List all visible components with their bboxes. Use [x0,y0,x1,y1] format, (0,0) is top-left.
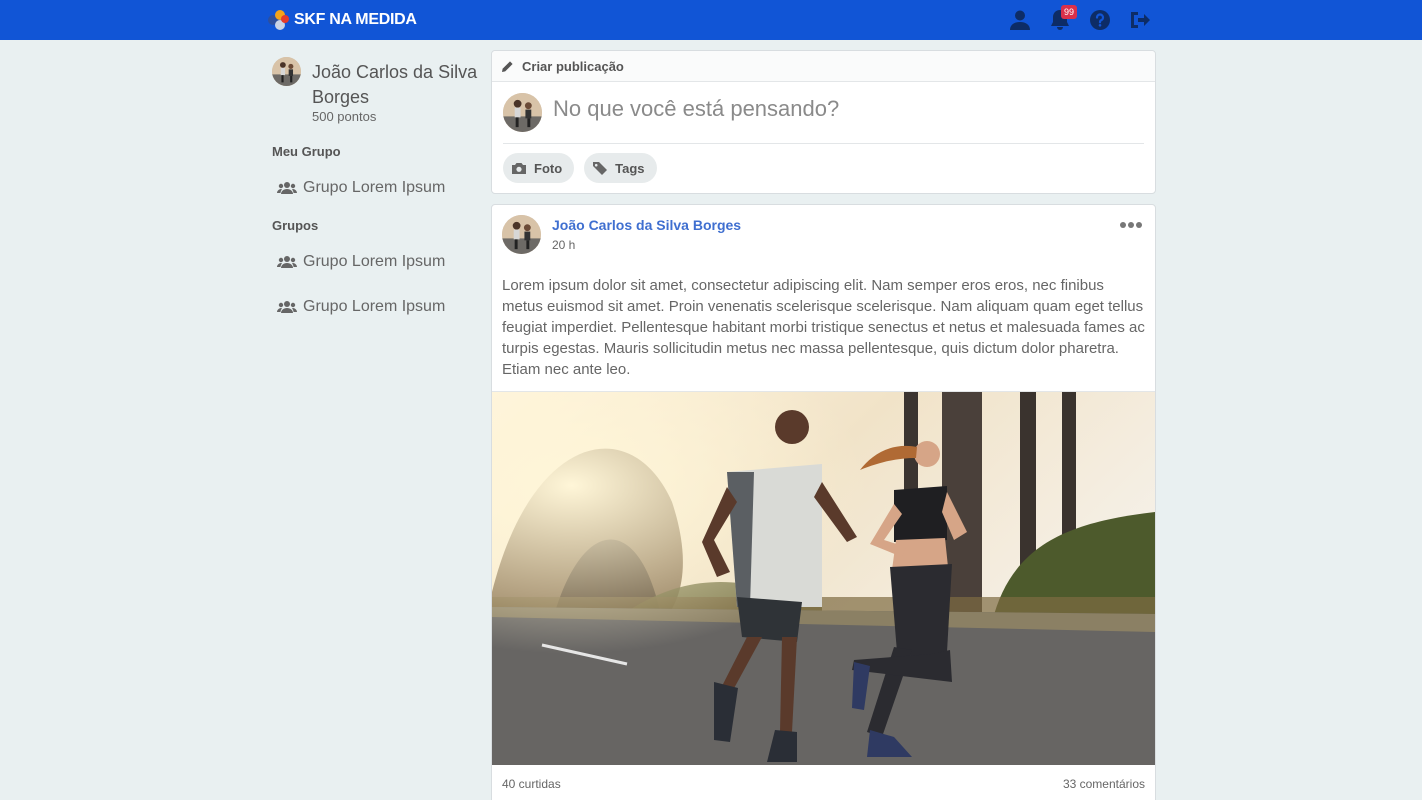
create-post-actions: Foto Tags [503,153,667,183]
sidebar-item-my-group[interactable]: Grupo Lorem Ipsum [277,179,445,197]
likes-count[interactable]: 40 curtidas [502,777,561,791]
sidebar-item-group[interactable]: Grupo Lorem Ipsum [277,253,445,271]
post-header: João Carlos da Silva Borges 20 h [492,205,1155,265]
tags-button[interactable]: Tags [584,153,657,183]
logo-icon [266,7,292,33]
user-icon[interactable] [1008,8,1032,32]
profile-points: 500 pontos [312,109,377,124]
logo[interactable]: SKF NA MEDIDA [266,7,417,33]
photo-button[interactable]: Foto [503,153,575,183]
tag-icon [593,162,608,175]
comments-count[interactable]: 33 comentários [1063,777,1145,791]
post-card: João Carlos da Silva Borges 20 h Lorem i… [491,204,1156,800]
my-group-heading: Meu Grupo [272,144,341,159]
users-icon [277,256,297,268]
help-icon[interactable] [1088,8,1112,32]
top-bar: SKF NA MEDIDA 99 [0,0,1422,40]
post-author[interactable]: João Carlos da Silva Borges [552,217,741,233]
groups-heading: Grupos [272,218,319,233]
pencil-icon [502,60,513,72]
create-post-title: Criar publicação [522,58,624,74]
avatar[interactable] [272,57,301,86]
post-image[interactable] [492,391,1155,765]
avatar[interactable] [503,93,542,132]
post-timestamp: 20 h [552,238,576,252]
create-post-card: Criar publicação Foto Tags [491,50,1156,194]
sidebar-item-label: Grupo Lorem Ipsum [303,179,446,196]
users-icon [277,182,297,194]
profile-name[interactable]: João Carlos da Silva Borges [312,60,482,110]
post-text: Lorem ipsum dolor sit amet, consectetur … [502,277,1145,378]
create-post-body [503,82,1144,144]
avatar[interactable] [502,215,541,254]
post-text-input[interactable] [553,96,1133,122]
post-stats: 40 curtidas 33 comentários [502,777,1145,791]
header-actions [1008,8,1168,32]
sidebar-item-label: Grupo Lorem Ipsum [303,253,446,270]
create-post-header: Criar publicação [492,51,1155,82]
camera-icon [512,163,526,174]
logo-text: SKF NA MEDIDA [294,11,417,28]
more-options-icon[interactable] [1119,219,1143,231]
logout-icon[interactable] [1128,8,1152,32]
sidebar-item-label: Grupo Lorem Ipsum [303,298,446,315]
notification-badge: 99 [1061,5,1077,19]
sidebar-item-group[interactable]: Grupo Lorem Ipsum [277,298,445,316]
users-icon [277,301,297,313]
